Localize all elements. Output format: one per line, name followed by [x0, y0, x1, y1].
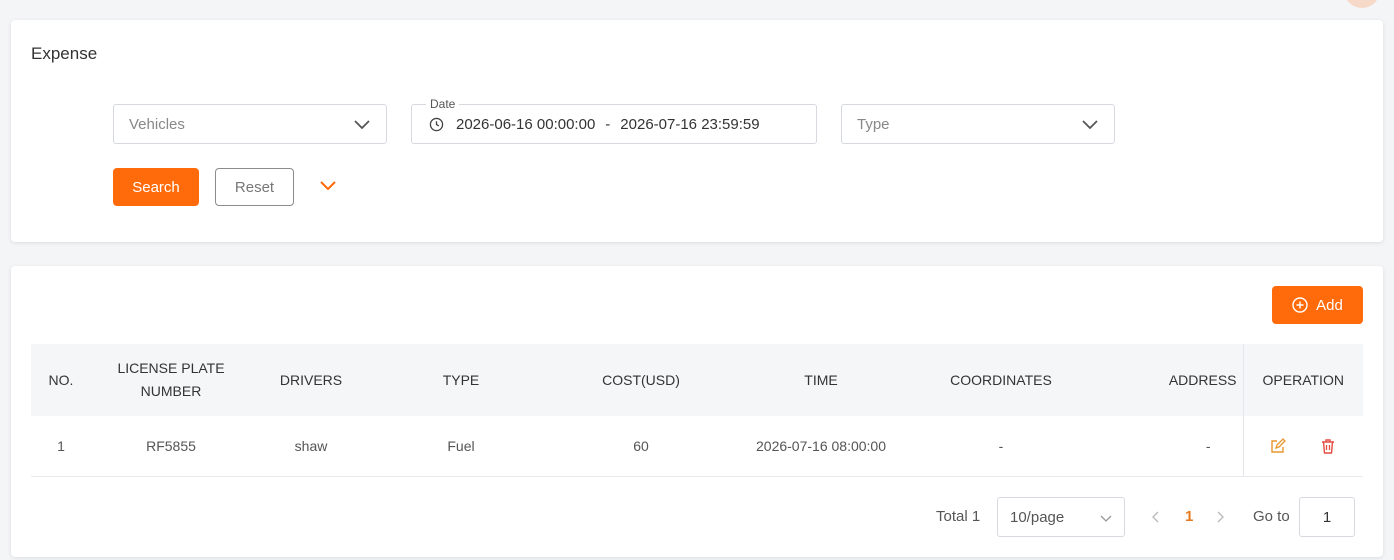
date-label: Date [426, 97, 460, 111]
chevron-down-icon [1082, 120, 1098, 130]
cell-type: Fuel [447, 437, 475, 454]
cell-time: 2026-07-16 08:00:00 [756, 437, 886, 454]
page-size-select[interactable]: 10/page [997, 497, 1125, 537]
cell-cost: 60 [633, 437, 649, 454]
type-select[interactable]: Type [841, 104, 1115, 144]
clock-icon [429, 117, 444, 131]
date-separator: - [605, 115, 611, 133]
date-start: 2026-06-16 00:00:00 [456, 115, 596, 133]
expense-table-panel: Add NO. LICENSE PLATE NUMBER DRIVERS TYP… [11, 266, 1383, 557]
pagination: Total 1 10/page 1 Go to [11, 497, 1383, 537]
cell-address: - [1205, 437, 1211, 454]
chevron-down-icon[interactable] [318, 178, 338, 192]
chevron-down-icon [354, 120, 370, 130]
page-title: Expense [31, 44, 98, 63]
goto-page-input[interactable] [1299, 497, 1355, 537]
table-header-row: NO. LICENSE PLATE NUMBER DRIVERS TYPE CO… [31, 344, 1363, 416]
column-header-drivers: DRIVERS [279, 371, 343, 388]
page-size-value: 10/page [1010, 508, 1065, 526]
table-row: 1 RF5855 shaw Fuel 60 2026-07-16 08:00:0… [31, 416, 1363, 476]
search-button[interactable]: Search [113, 168, 199, 206]
add-button-label: Add [1316, 296, 1343, 314]
page-number-current[interactable]: 1 [1185, 508, 1193, 525]
reset-button[interactable]: Reset [215, 168, 294, 206]
column-header-no: NO. [48, 371, 74, 388]
pagination-total: Total 1 [936, 508, 981, 525]
cell-plate: RF5855 [146, 437, 196, 454]
column-header-address: ADDRESS [1168, 371, 1237, 388]
date-end: 2026-07-16 23:59:59 [620, 115, 760, 133]
column-header-time: TIME [804, 371, 838, 388]
chevron-left-icon[interactable] [1151, 510, 1161, 524]
vehicles-placeholder: Vehicles [129, 115, 185, 133]
column-header-type: TYPE [442, 371, 480, 388]
expense-table: NO. LICENSE PLATE NUMBER DRIVERS TYPE CO… [31, 344, 1363, 477]
cell-operation [1242, 416, 1363, 476]
cell-no: 1 [57, 437, 65, 454]
cell-coordinates: - [998, 437, 1004, 454]
add-button[interactable]: Add [1272, 286, 1363, 324]
filter-panel: Expense Vehicles Date 2026-06-16 00:00:0… [11, 20, 1383, 242]
delete-icon[interactable] [1320, 438, 1336, 454]
column-header-cost: COST(USD) [602, 371, 680, 388]
date-range-picker[interactable]: Date 2026-06-16 00:00:00 - 2026-07-16 23… [411, 97, 817, 144]
column-header-plate: LICENSE PLATE NUMBER [117, 360, 225, 399]
column-header-operation: OPERATION [1242, 344, 1363, 416]
edit-icon[interactable] [1270, 437, 1287, 454]
goto-label: Go to [1253, 508, 1290, 525]
user-avatar[interactable] [1344, 0, 1380, 8]
vehicles-select[interactable]: Vehicles [113, 104, 387, 144]
type-placeholder: Type [857, 115, 890, 133]
chevron-right-icon[interactable] [1215, 510, 1225, 524]
column-header-coordinates: COORDINATES [950, 371, 1052, 388]
plus-circle-icon [1292, 297, 1308, 313]
cell-driver: shaw [294, 437, 328, 454]
chevron-down-icon [1100, 515, 1112, 522]
